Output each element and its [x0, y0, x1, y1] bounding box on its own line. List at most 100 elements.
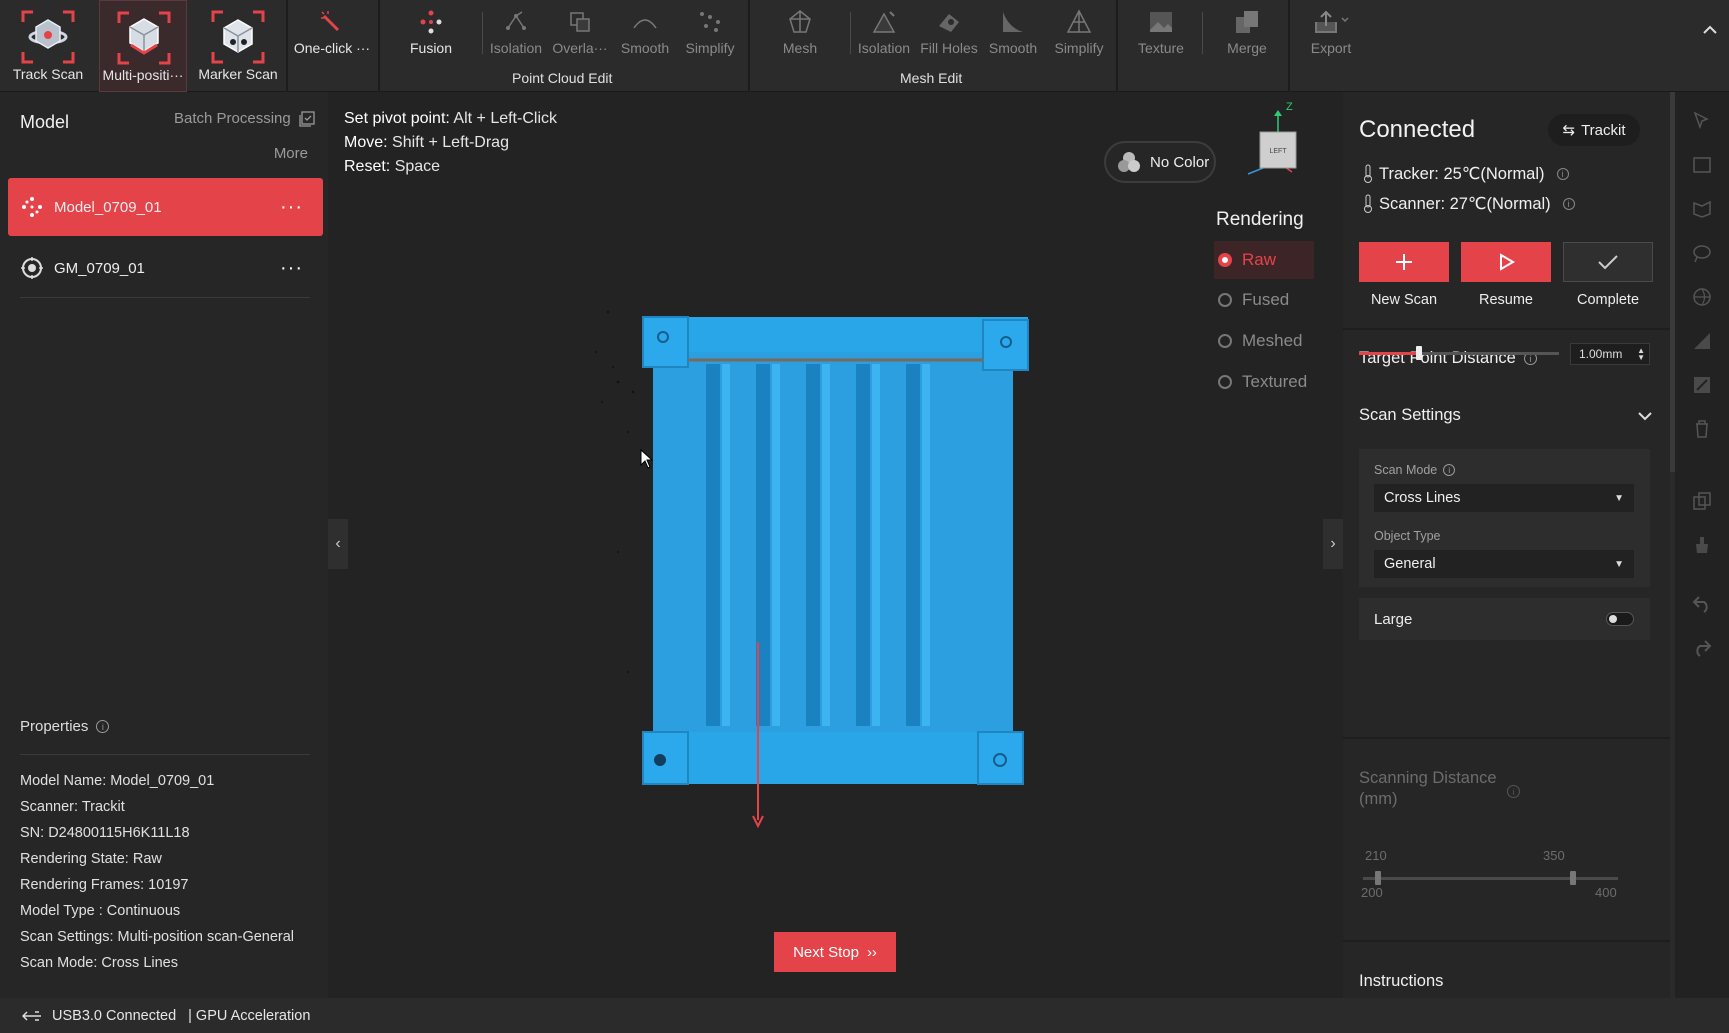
double-chevron-right-icon: ›› — [866, 943, 877, 961]
complete-button[interactable] — [1563, 242, 1653, 282]
mesh-smooth-label: Smooth — [988, 40, 1038, 56]
export-icon — [1315, 10, 1349, 33]
batch-icon — [299, 110, 315, 127]
no-color-button[interactable]: No Color — [1104, 141, 1216, 183]
smooth-icon — [633, 19, 657, 29]
mesh-simplify-button[interactable]: Simplify — [1046, 0, 1112, 92]
info-icon[interactable]: i — [1507, 785, 1520, 798]
brush-select-icon[interactable] — [1691, 242, 1713, 264]
pc-smooth-button[interactable]: Smooth — [614, 0, 676, 92]
no-color-label: No Color — [1150, 153, 1210, 171]
rendering-option-fused[interactable]: Fused — [1214, 281, 1314, 319]
redo-icon[interactable] — [1691, 636, 1713, 658]
one-click-button[interactable]: One-click ··· — [290, 0, 374, 92]
thermometer-icon — [1364, 164, 1372, 183]
property-row: Rendering Frames: 10197 — [20, 877, 189, 893]
pc-overlap-label: Overla··· — [552, 40, 608, 56]
rendering-option-raw[interactable]: Raw — [1214, 241, 1314, 279]
check-icon — [1598, 255, 1618, 270]
delete-icon[interactable] — [1691, 418, 1713, 440]
dropdown-caret-icon: ▼ — [1614, 492, 1624, 504]
radio-icon — [1218, 334, 1232, 348]
more-link[interactable]: More — [274, 145, 308, 162]
point-cloud-icon — [22, 197, 42, 217]
scan-distance-low-thumb[interactable] — [1375, 871, 1381, 885]
pc-simplify-button[interactable]: Simplify — [678, 0, 742, 92]
batch-processing-button[interactable]: Batch Processing — [174, 110, 315, 127]
fusion-label: Fusion — [409, 40, 453, 56]
marker-scan-icon — [211, 10, 265, 64]
select-cursor-icon[interactable] — [1691, 110, 1713, 132]
3d-viewport[interactable]: Set pivot point: Alt + Left-Click Move: … — [328, 92, 1343, 998]
target-point-input[interactable]: 1.00mm ▲ ▼ — [1570, 343, 1650, 365]
batch-processing-label: Batch Processing — [174, 110, 291, 127]
collapse-right-panel-button[interactable]: › — [1323, 519, 1343, 569]
undo-icon[interactable] — [1691, 592, 1713, 614]
radio-icon — [1218, 375, 1232, 389]
mesh-edit-group-label: Mesh Edit — [900, 70, 963, 86]
rendering-option-meshed[interactable]: Meshed — [1214, 322, 1314, 360]
mesh-smooth-button[interactable]: Smooth — [982, 0, 1044, 92]
usb-icon — [22, 1010, 41, 1021]
model-panel-title: Model — [20, 112, 70, 132]
model-list-item[interactable]: GM_0709_01 ··· — [8, 239, 323, 297]
collapse-left-panel-button[interactable]: ‹ — [328, 519, 348, 569]
new-scan-button[interactable] — [1359, 242, 1449, 282]
device-name: Trackit — [1581, 121, 1626, 139]
rendering-option-textured[interactable]: Textured — [1214, 363, 1314, 401]
model-panel: Model Batch Processing More Model_0709_0… — [0, 92, 328, 998]
merge-button[interactable]: Merge — [1214, 0, 1280, 92]
track-scan-label: Track Scan — [12, 66, 84, 82]
track-scan-button[interactable]: Track Scan — [8, 0, 88, 92]
sphere-select-icon[interactable] — [1691, 286, 1713, 308]
right-tool-strip — [1675, 92, 1729, 998]
status-bar: USB3.0 Connected | GPU Acceleration — [0, 998, 1729, 1033]
multi-position-scan-button[interactable]: Multi-positi··· — [99, 0, 187, 92]
export-button[interactable]: Export — [1298, 0, 1364, 92]
large-label: Large — [1374, 610, 1413, 628]
fill-holes-icon — [939, 14, 959, 32]
rendering-title: Rendering — [1216, 209, 1304, 230]
model-options-button[interactable]: ··· — [280, 257, 303, 280]
swap-arrows-icon: ⇆ — [1562, 122, 1576, 139]
radio-icon — [1218, 253, 1232, 267]
top-toolbar: Track Scan Multi-positi··· Marker Scan O… — [0, 0, 1729, 92]
model-options-button[interactable]: ··· — [280, 196, 303, 219]
marker-scan-button[interactable]: Marker Scan — [196, 0, 280, 92]
scan-distance-high-value: 350 — [1543, 848, 1565, 863]
copy-icon[interactable] — [1691, 490, 1713, 512]
dropdown-caret-icon: ▼ — [1614, 558, 1624, 570]
large-toggle[interactable] — [1606, 612, 1634, 626]
next-stop-button[interactable]: Next Stop ›› — [774, 932, 896, 972]
invert-select-icon[interactable] — [1691, 374, 1713, 396]
property-row: SN: D24800115H6K11L18 — [20, 825, 190, 841]
thermometer-icon — [1364, 194, 1372, 213]
merge-label: Merge — [1227, 40, 1267, 56]
target-point-slider-thumb[interactable] — [1416, 346, 1422, 360]
scan-settings-header[interactable]: Scan Settings — [1359, 406, 1653, 425]
view-cube[interactable]: LEFT Z — [1238, 102, 1318, 178]
rectangle-select-icon[interactable] — [1691, 154, 1713, 176]
magic-wand-icon — [321, 11, 340, 32]
mesh-button[interactable]: Mesh — [770, 0, 830, 92]
lasso-select-icon[interactable] — [1691, 198, 1713, 220]
model-list-item[interactable]: Model_0709_01 ··· — [8, 178, 323, 236]
clean-brush-icon[interactable] — [1691, 534, 1713, 556]
scan-distance-high-thumb[interactable] — [1570, 871, 1576, 885]
complete-label: Complete — [1576, 292, 1640, 308]
texture-button[interactable]: Texture — [1126, 0, 1196, 92]
plane-cut-icon[interactable] — [1691, 330, 1713, 352]
z-axis-label: Z — [1286, 102, 1293, 113]
mesh-label: Mesh — [782, 40, 818, 56]
scan-mode-select[interactable]: Cross Lines ▼ — [1374, 484, 1634, 512]
chevron-up-icon[interactable] — [1702, 24, 1718, 36]
info-icon[interactable]: i — [96, 720, 110, 733]
scan-distance-slider[interactable] — [1363, 877, 1618, 880]
device-trackit-button[interactable]: ⇆ Trackit — [1548, 114, 1640, 146]
mesh-simplify-label: Simplify — [1054, 40, 1104, 56]
reset-hint: Reset: Space — [344, 158, 441, 175]
instructions-header[interactable]: Instructions — [1359, 972, 1443, 991]
resume-button[interactable] — [1461, 242, 1551, 282]
fusion-button[interactable]: Fusion — [400, 0, 462, 92]
object-type-select[interactable]: General ▼ — [1374, 550, 1634, 578]
